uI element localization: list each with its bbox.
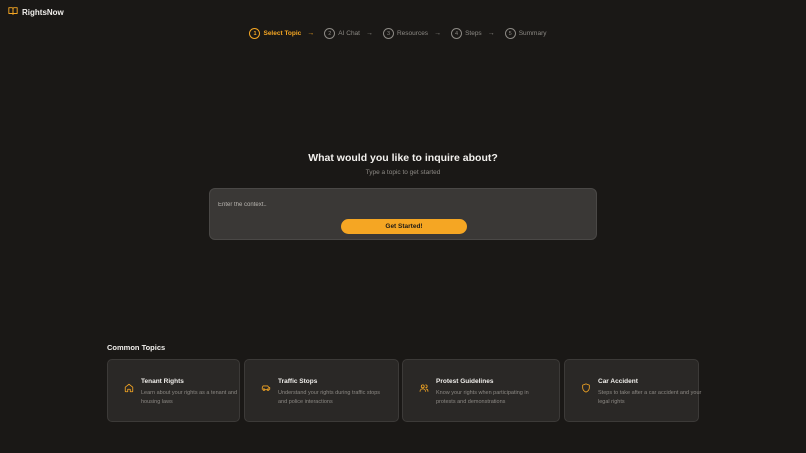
progress-stepper: 1 Select Topic → 2 AI Chat → 3 Resources… <box>0 28 806 39</box>
topic-input-card: Get Started! <box>209 188 597 240</box>
topic-card-protest-guidelines[interactable]: Protest Guidelines Know your rights when… <box>402 359 560 422</box>
page-subtitle: Type a topic to get started <box>365 169 441 176</box>
app-name: RightsNow <box>22 7 64 17</box>
home-icon <box>124 380 134 393</box>
arrow-right-icon: → <box>434 30 442 37</box>
topic-title: Car Accident <box>598 378 638 385</box>
step-number: 3 <box>382 28 394 39</box>
common-topics-list: Tenant Rights Learn about your rights as… <box>107 359 701 422</box>
step-label: Summary <box>518 30 547 37</box>
topic-title: Traffic Stops <box>278 378 318 385</box>
topic-title: Protest Guidelines <box>436 378 494 385</box>
app-logo[interactable]: RightsNow <box>8 6 64 18</box>
step-summary[interactable]: 5 Summary <box>504 28 547 39</box>
step-number: 1 <box>249 28 261 39</box>
page-title: What would you like to inquire about? <box>308 152 498 164</box>
book-open-icon <box>8 6 18 18</box>
shield-icon <box>581 380 591 393</box>
get-started-button[interactable]: Get Started! <box>341 219 467 234</box>
step-number: 4 <box>451 28 463 39</box>
topic-description: Understand your rights during traffic st… <box>278 390 381 405</box>
step-number: 5 <box>504 28 516 39</box>
car-icon <box>261 380 271 391</box>
topic-description: Learn about your rights as a tenant and … <box>141 390 238 405</box>
step-label: Select Topic <box>263 30 302 37</box>
topic-title: Tenant Rights <box>141 378 184 385</box>
step-resources[interactable]: 3 Resources → <box>382 28 442 39</box>
common-topics-title: Common Topics <box>107 343 166 352</box>
topic-card-car-accident[interactable]: Car Accident Steps to take after a car a… <box>564 359 701 422</box>
arrow-right-icon: → <box>307 30 315 37</box>
users-icon <box>419 380 429 392</box>
arrow-right-icon: → <box>365 30 373 37</box>
step-label: AI Chat <box>338 30 360 37</box>
step-ai-chat[interactable]: 2 AI Chat → <box>324 28 373 39</box>
step-steps[interactable]: 4 Steps → <box>451 28 495 39</box>
topic-description: Know your rights when participating in p… <box>436 390 529 405</box>
context-input[interactable] <box>218 199 578 211</box>
step-label: Steps <box>465 30 482 37</box>
step-label: Resources <box>396 30 429 37</box>
arrow-right-icon: → <box>487 30 495 37</box>
topic-card-tenant-rights[interactable]: Tenant Rights Learn about your rights as… <box>107 359 240 422</box>
topic-description: Steps to take after a car accident and y… <box>598 390 702 405</box>
step-number: 2 <box>324 28 336 39</box>
topic-card-traffic-stops[interactable]: Traffic Stops Understand your rights dur… <box>244 359 399 422</box>
step-select-topic[interactable]: 1 Select Topic → <box>249 28 314 39</box>
